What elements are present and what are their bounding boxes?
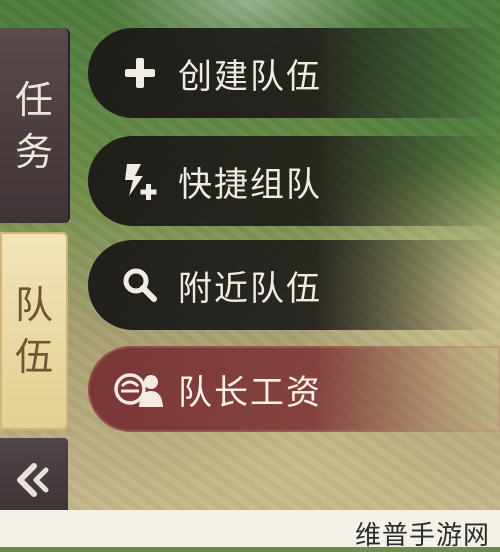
quick-match-label: 快捷组队: [178, 164, 322, 205]
quick-match-button[interactable]: 快捷组队: [88, 136, 500, 226]
plus-icon: [120, 53, 160, 93]
captain-wage-button[interactable]: 队长工资: [88, 346, 500, 432]
lightning-plus-icon: [120, 161, 160, 201]
create-team-label: 创建队伍: [178, 56, 322, 97]
site-watermark: 维普手游网: [354, 521, 490, 551]
search-icon: [120, 265, 160, 305]
tab-team[interactable]: 队 伍: [0, 232, 68, 430]
create-team-button[interactable]: 创建队伍: [88, 28, 500, 118]
nearby-teams-button[interactable]: 附近队伍: [88, 240, 500, 330]
tab-task[interactable]: 任 务: [0, 28, 70, 223]
captain-wage-icon: [114, 369, 166, 409]
captain-wage-label: 队长工资: [178, 372, 322, 413]
tab-team-char-1: 队: [14, 283, 53, 327]
double-chevron-left-icon: [14, 462, 54, 502]
tab-task-char-2: 务: [14, 129, 53, 174]
tab-team-char-2: 伍: [14, 335, 53, 379]
nearby-teams-label: 附近队伍: [178, 268, 322, 309]
tab-task-char-1: 任: [14, 77, 53, 122]
